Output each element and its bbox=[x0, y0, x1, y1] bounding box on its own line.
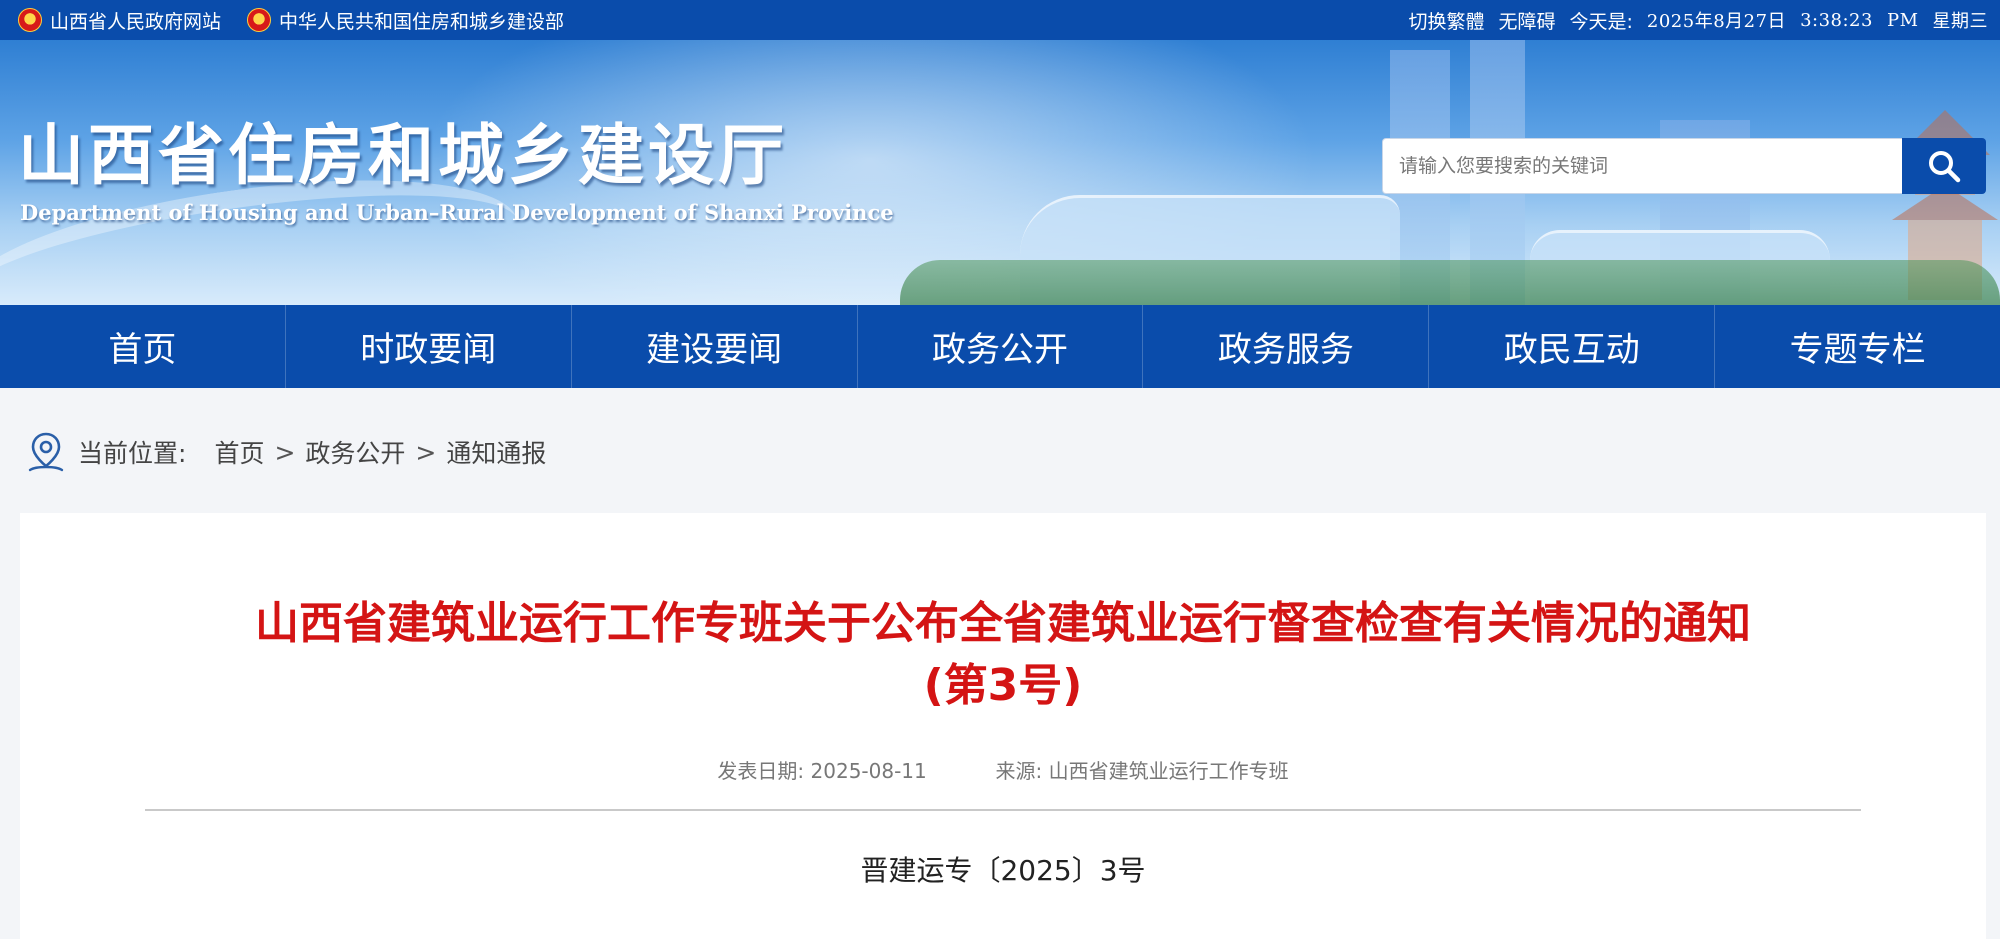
national-emblem-icon bbox=[247, 8, 272, 32]
nav-public-interaction[interactable]: 政民互动 bbox=[1429, 305, 1716, 388]
link-mohurd[interactable]: 中华人民共和国住房和城乡建设部 bbox=[247, 7, 564, 34]
breadcrumb-separator: > bbox=[274, 437, 296, 467]
publish-date: 2025-08-11 bbox=[810, 759, 927, 783]
switch-traditional-button[interactable]: 切换繁體 bbox=[1408, 7, 1484, 34]
nav-political-news[interactable]: 时政要闻 bbox=[286, 305, 572, 388]
banner-trees bbox=[900, 260, 2000, 305]
nav-government-affairs-disclosure[interactable]: 政务公开 bbox=[858, 305, 1144, 388]
source-label: 来源: bbox=[995, 759, 1043, 783]
search-button[interactable] bbox=[1902, 138, 1986, 194]
current-weekday: 星期三 bbox=[1932, 11, 1988, 32]
topbar-tools: 切换繁體 无障碍 今天是: 2025年8月27日 3:38:23 PM 星期三 bbox=[1408, 0, 1988, 40]
breadcrumb-home[interactable]: 首页 bbox=[214, 434, 264, 470]
article-panel: 山西省建筑业运行工作专班关于公布全省建筑业运行督查检查有关情况的通知 (第3号)… bbox=[20, 513, 1986, 939]
current-date: 2025年8月27日 bbox=[1646, 11, 1787, 32]
site-subtitle: Department of Housing and Urban–Rural De… bbox=[20, 200, 894, 225]
header-banner: 山西省住房和城乡建设厅 Department of Housing and Ur… bbox=[0, 40, 2000, 305]
date-prefix: 今天是: bbox=[1569, 10, 1633, 33]
location-pin-icon bbox=[28, 432, 64, 472]
nav-special-topics[interactable]: 专题专栏 bbox=[1715, 305, 2000, 388]
breadcrumb-separator: > bbox=[415, 437, 437, 467]
top-utility-bar: 山西省人民政府网站 中华人民共和国住房和城乡建设部 切换繁體 无障碍 今天是: … bbox=[0, 0, 2000, 40]
current-time: 3:38:23 bbox=[1800, 9, 1873, 31]
document-number: 晋建运专〔2025〕3号 bbox=[860, 854, 1146, 887]
link-shanxi-government-label: 山西省人民政府网站 bbox=[50, 10, 222, 33]
article-divider bbox=[145, 809, 1861, 811]
nav-home[interactable]: 首页 bbox=[0, 305, 286, 388]
search-input[interactable] bbox=[1382, 138, 1902, 194]
search-box bbox=[1382, 138, 1986, 194]
article-title-line1: 山西省建筑业运行工作专班关于公布全省建筑业运行督查检查有关情况的通知 bbox=[255, 598, 1751, 649]
breadcrumb: 当前位置: 首页 > 政务公开 > 通知通报 bbox=[26, 430, 546, 474]
source-name: 山西省建筑业运行工作专班 bbox=[1048, 759, 1289, 783]
publish-date-label: 发表日期: bbox=[717, 759, 805, 783]
breadcrumb-notices[interactable]: 通知通报 bbox=[446, 434, 546, 470]
accessibility-button[interactable]: 无障碍 bbox=[1498, 7, 1555, 34]
national-emblem-icon bbox=[18, 8, 42, 32]
link-mohurd-label: 中华人民共和国住房和城乡建设部 bbox=[279, 10, 565, 33]
nav-government-services[interactable]: 政务服务 bbox=[1143, 305, 1430, 388]
nav-construction-news[interactable]: 建设要闻 bbox=[572, 305, 858, 388]
breadcrumb-government-affairs[interactable]: 政务公开 bbox=[305, 434, 405, 470]
article-title-line2: (第3号) bbox=[923, 660, 1083, 711]
article-title: 山西省建筑业运行工作专班关于公布全省建筑业运行督查检查有关情况的通知 (第3号) bbox=[120, 593, 1886, 717]
site-title: 山西省住房和城乡建设厅 bbox=[18, 116, 788, 194]
article-meta: 发表日期: 2025-08-11 来源: 山西省建筑业运行工作专班 bbox=[20, 755, 1986, 784]
current-ampm: PM bbox=[1886, 9, 1919, 31]
link-shanxi-government[interactable]: 山西省人民政府网站 bbox=[18, 7, 221, 34]
main-nav: 首页 时政要闻 建设要闻 政务公开 政务服务 政民互动 专题专栏 bbox=[0, 305, 2000, 388]
external-links: 山西省人民政府网站 中华人民共和国住房和城乡建设部 bbox=[18, 0, 564, 40]
search-icon bbox=[1929, 151, 1961, 183]
breadcrumb-label: 当前位置: bbox=[78, 439, 187, 468]
